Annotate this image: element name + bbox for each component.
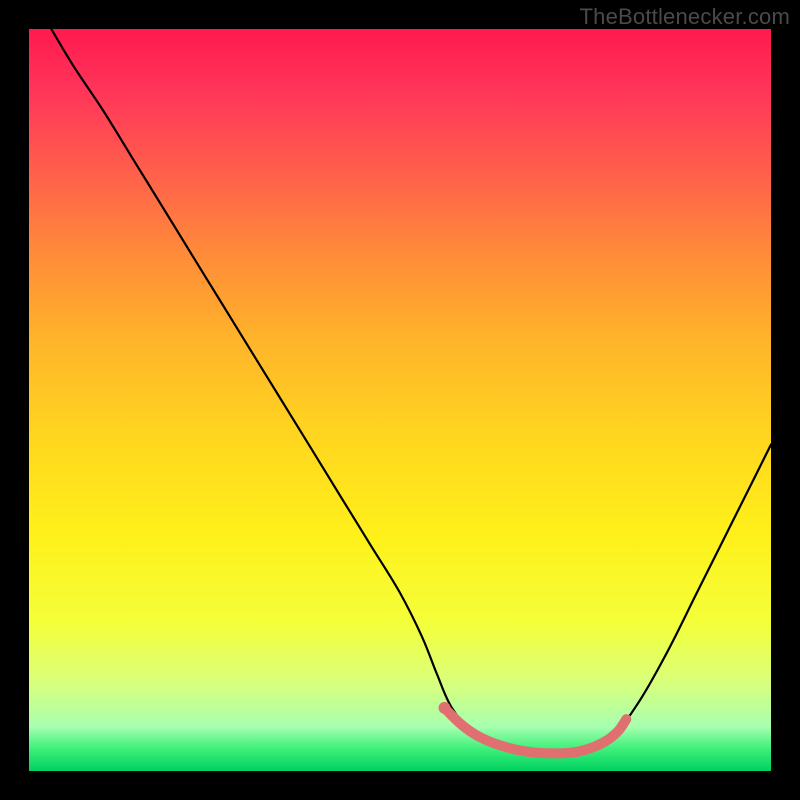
bottleneck-curve — [51, 29, 771, 753]
chart-svg — [29, 29, 771, 771]
chart-frame: TheBottlenecker.com — [0, 0, 800, 800]
plot-area — [29, 29, 771, 771]
attribution-text: TheBottlenecker.com — [580, 4, 790, 30]
highlight-segment — [445, 708, 627, 753]
highlight-start-dot — [439, 702, 451, 714]
